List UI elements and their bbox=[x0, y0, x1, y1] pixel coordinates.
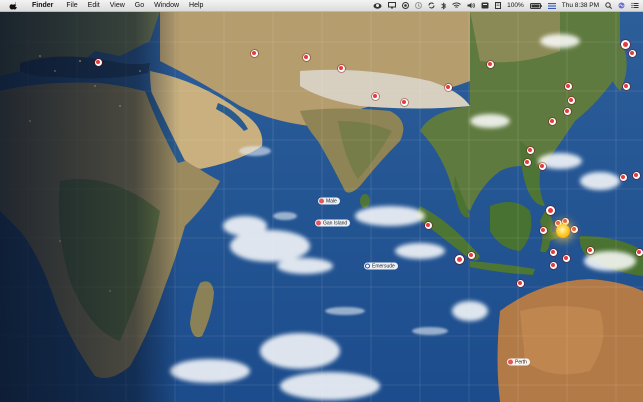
earthquake-marker[interactable] bbox=[424, 221, 432, 229]
earthquake-marker[interactable] bbox=[516, 279, 524, 287]
menu-file[interactable]: File bbox=[61, 0, 82, 11]
earthquake-marker[interactable] bbox=[400, 98, 408, 106]
clock[interactable]: Thu 8:38 PM bbox=[562, 2, 599, 9]
earthquake-world-map[interactable]: Male Gan Island Emersude Perth bbox=[0, 11, 643, 402]
status-area: 100% Thu 8:38 PM bbox=[373, 0, 639, 11]
location-pin-icon bbox=[365, 263, 370, 269]
earthquake-marker[interactable] bbox=[549, 248, 557, 256]
earthquake-marker[interactable] bbox=[545, 205, 555, 215]
earthquake-marker[interactable] bbox=[526, 146, 534, 154]
earthquake-marker[interactable] bbox=[486, 60, 494, 68]
menu-go[interactable]: Go bbox=[130, 0, 149, 11]
flag-icon[interactable] bbox=[547, 2, 556, 9]
time-machine-icon[interactable] bbox=[415, 2, 423, 9]
earthquake-marker[interactable] bbox=[444, 83, 452, 91]
earthquake-marker[interactable] bbox=[628, 49, 636, 57]
earthquake-marker[interactable] bbox=[564, 82, 572, 90]
battery-percent[interactable]: 100% bbox=[507, 2, 524, 9]
earthquake-marker[interactable] bbox=[94, 58, 102, 66]
earthquake-marker[interactable] bbox=[548, 117, 556, 125]
menu-edit[interactable]: Edit bbox=[83, 0, 105, 11]
place-label-perth[interactable]: Perth bbox=[507, 358, 530, 366]
place-label-male[interactable]: Male bbox=[318, 197, 340, 205]
volume-icon[interactable] bbox=[467, 2, 476, 9]
earthquake-marker[interactable] bbox=[337, 64, 345, 72]
earthquake-marker[interactable] bbox=[622, 82, 630, 90]
earthquake-marker[interactable] bbox=[371, 92, 379, 100]
apple-logo-icon[interactable] bbox=[9, 1, 18, 10]
earthquake-marker[interactable] bbox=[302, 53, 310, 61]
earthquake-marker[interactable] bbox=[632, 171, 640, 179]
place-label-current-location[interactable]: Emersude bbox=[364, 262, 398, 270]
earthquake-marker[interactable] bbox=[538, 162, 546, 170]
bookmark-icon[interactable] bbox=[495, 2, 502, 9]
menu-window[interactable]: Window bbox=[149, 0, 184, 11]
place-marker-icon bbox=[508, 359, 513, 365]
earthquake-marker[interactable] bbox=[635, 248, 643, 256]
place-marker-icon bbox=[319, 198, 324, 204]
sun-icon bbox=[556, 224, 570, 238]
earthquake-marker[interactable] bbox=[523, 158, 531, 166]
earthquake-marker[interactable] bbox=[562, 254, 570, 262]
spotlight-search-icon[interactable] bbox=[605, 2, 612, 9]
earthquake-marker[interactable] bbox=[250, 49, 258, 57]
earthquake-marker[interactable] bbox=[563, 107, 571, 115]
place-marker-icon bbox=[316, 220, 321, 226]
sync-icon[interactable] bbox=[428, 2, 435, 9]
place-label-gan-island[interactable]: Gan Island bbox=[315, 219, 351, 227]
menu-view[interactable]: View bbox=[105, 0, 130, 11]
battery-icon[interactable] bbox=[529, 2, 542, 9]
bluetooth-icon[interactable] bbox=[441, 1, 447, 10]
earthquake-marker[interactable] bbox=[620, 39, 630, 49]
siri-icon[interactable] bbox=[618, 2, 625, 9]
notification-center-icon[interactable] bbox=[631, 2, 639, 9]
night-shadow bbox=[0, 11, 180, 402]
earthquake-marker[interactable] bbox=[586, 246, 594, 254]
earthquake-marker[interactable] bbox=[467, 251, 475, 259]
keyboard-icon[interactable] bbox=[481, 2, 489, 9]
menu-bar: Finder File Edit View Go Window Help 100… bbox=[0, 0, 643, 12]
display-icon[interactable] bbox=[388, 2, 397, 9]
earthquake-marker[interactable] bbox=[570, 225, 578, 233]
earthquake-marker[interactable] bbox=[454, 254, 464, 264]
earthquake-marker[interactable] bbox=[619, 173, 627, 181]
earthquake-marker[interactable] bbox=[549, 261, 557, 269]
earthquake-marker[interactable] bbox=[567, 96, 575, 104]
cloud-app-icon[interactable] bbox=[373, 2, 382, 9]
wifi-icon[interactable] bbox=[452, 2, 461, 9]
record-icon[interactable] bbox=[402, 2, 410, 9]
menu-help[interactable]: Help bbox=[184, 0, 208, 11]
menu-finder[interactable]: Finder bbox=[27, 0, 61, 11]
earthquake-marker[interactable] bbox=[539, 226, 547, 234]
